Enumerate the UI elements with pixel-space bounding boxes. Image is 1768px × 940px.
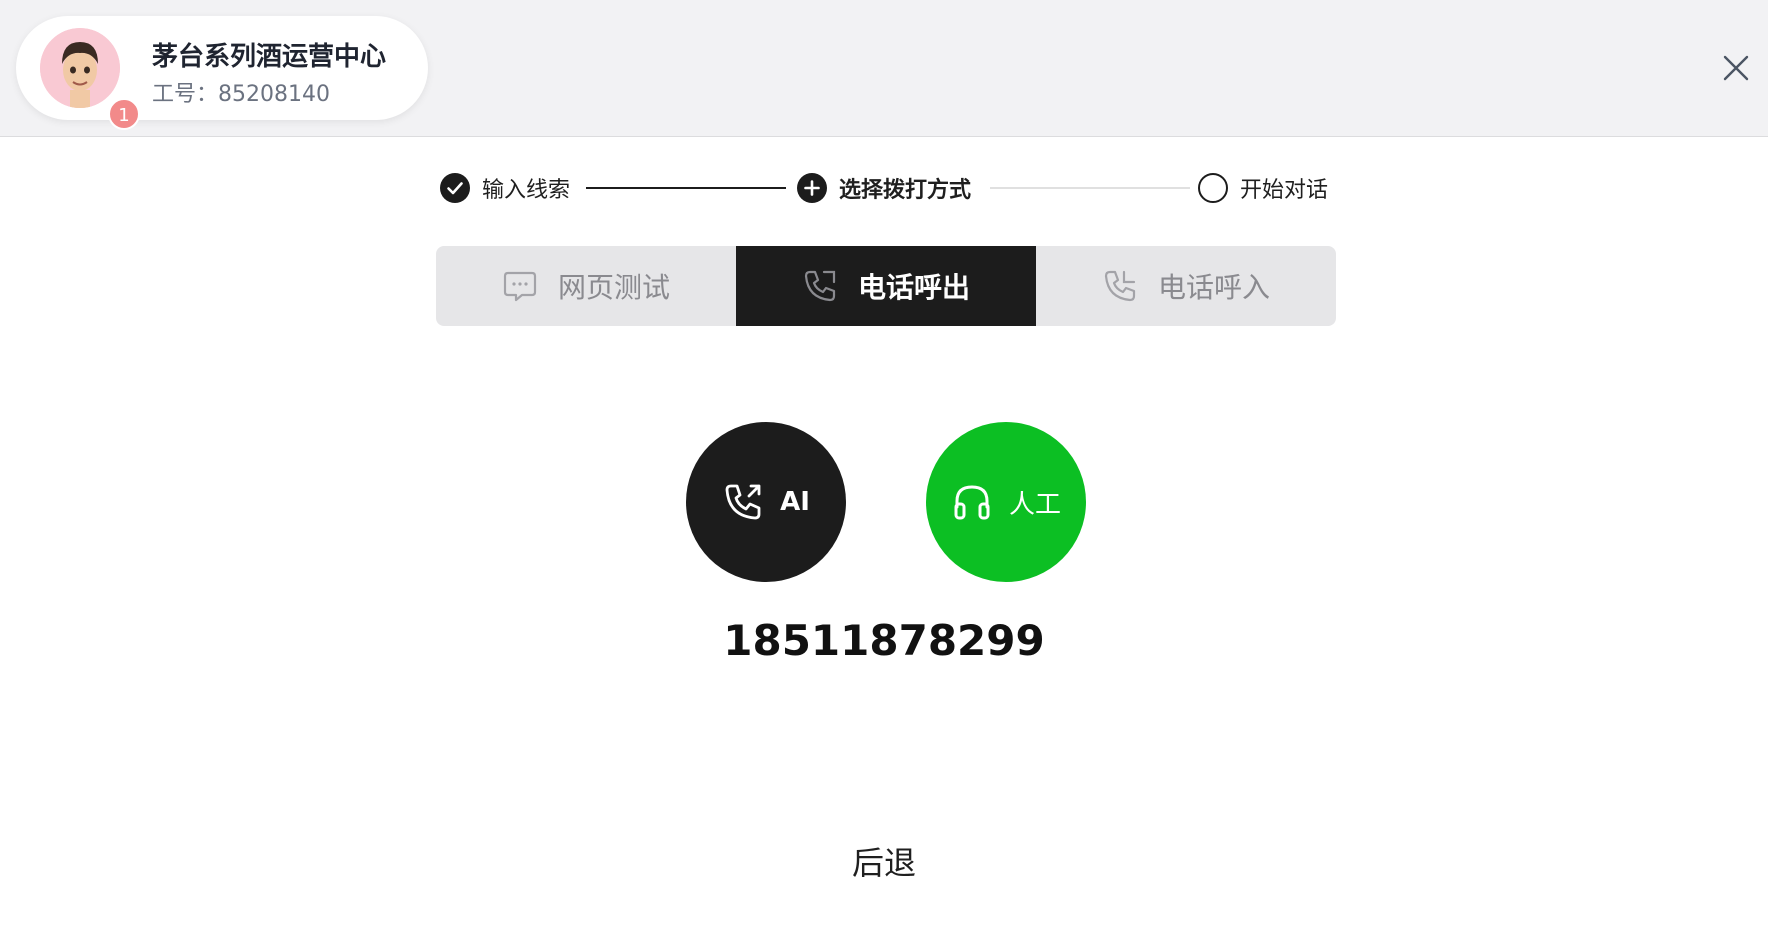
tab-phone-outgoing[interactable]: 电话呼出 [736, 246, 1036, 326]
human-call-button[interactable]: 人工 [926, 422, 1086, 582]
progress-stepper: 输入线索 选择拨打方式 开始对话 [0, 170, 1768, 206]
tab-label: 电话呼入 [1157, 271, 1270, 304]
step-start-dialog: 开始对话 [1198, 170, 1328, 206]
step-label: 开始对话 [1240, 178, 1329, 203]
headset-icon [954, 485, 990, 520]
phone-outgoing-icon [804, 270, 836, 302]
notification-badge: 1 [108, 98, 140, 130]
plus-circle-icon [797, 173, 827, 203]
chat-bubble-icon [503, 271, 537, 302]
memoji-avatar-icon [40, 28, 120, 108]
dialog-header: 1 茅台系列酒运营中心 工号：85208140 [0, 0, 1768, 137]
step-label: 选择拨打方式 [839, 178, 972, 203]
check-circle-icon [440, 173, 470, 203]
ai-call-label: AI [780, 487, 810, 517]
tab-web-test[interactable]: 网页测试 [436, 246, 736, 326]
tab-label: 电话呼出 [857, 271, 970, 304]
close-icon [1723, 55, 1749, 81]
call-mode-tabs: 网页测试 电话呼出 电话呼入 [436, 246, 1336, 326]
call-dialog: 1 茅台系列酒运营中心 工号：85208140 输入线索 选择拨打方式 开始对话… [0, 0, 1768, 940]
step-select-dial-method: 选择拨打方式 [797, 170, 971, 206]
step-label: 输入线索 [482, 178, 571, 203]
human-call-label: 人工 [1008, 489, 1061, 520]
phone-outgoing-icon [725, 484, 761, 520]
phone-incoming-icon [1104, 270, 1136, 302]
profile-card: 1 茅台系列酒运营中心 工号：85208140 [16, 16, 428, 130]
step-connector-done [586, 187, 786, 189]
org-name: 茅台系列酒运营中心 [152, 42, 387, 72]
back-button[interactable]: 后退 [824, 838, 944, 888]
empty-circle-icon [1198, 173, 1228, 203]
staff-id: 工号：85208140 [152, 82, 330, 107]
tab-label: 网页测试 [557, 271, 670, 304]
ai-call-button[interactable]: AI [686, 422, 846, 582]
tab-phone-incoming[interactable]: 电话呼入 [1036, 246, 1336, 326]
step-input-lead: 输入线索 [440, 170, 570, 206]
step-connector-pending [990, 187, 1190, 189]
phone-number: 18511878299 [723, 616, 1045, 665]
close-button[interactable] [1716, 48, 1756, 88]
